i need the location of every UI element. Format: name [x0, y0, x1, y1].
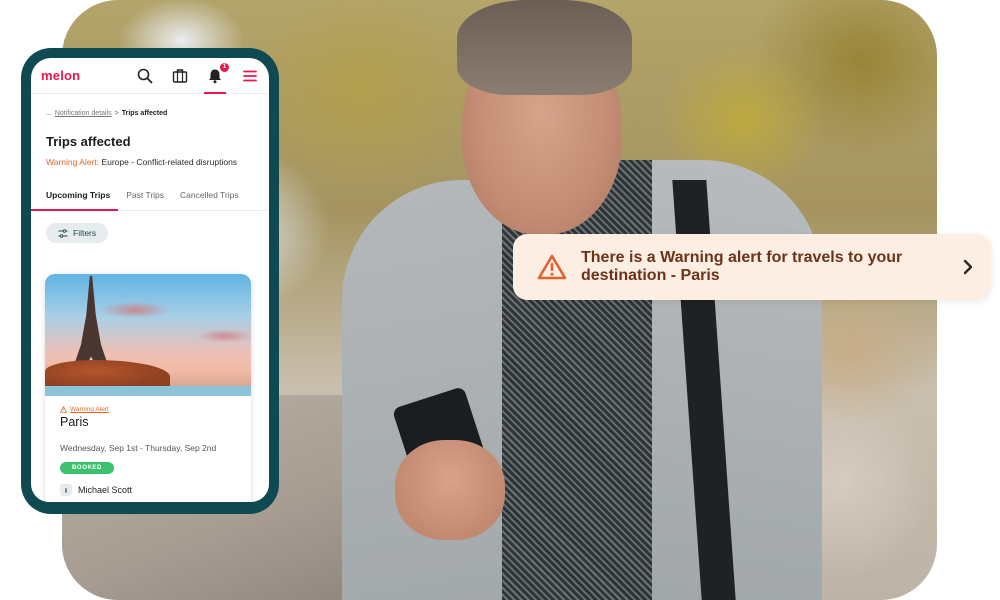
autumn-trees — [45, 360, 170, 388]
tab-cancelled-trips[interactable]: Cancelled Trips — [172, 186, 247, 210]
seine-river — [45, 386, 251, 396]
breadcrumb: ... Notification details > Trips affecte… — [31, 94, 269, 117]
trip-dates: Wednesday, Sep 1st - Thursday, Sep 2nd — [60, 443, 217, 453]
tab-past-trips[interactable]: Past Trips — [118, 186, 172, 210]
status-badge: BOOKED — [60, 462, 114, 474]
melon-logo[interactable]: melon — [41, 68, 119, 83]
alert-description: Warning Alert: Europe - Conflict-related… — [31, 149, 269, 168]
chevron-right-icon[interactable] — [961, 258, 975, 276]
trip-city: Paris — [60, 415, 89, 429]
traveler-avatar-icon — [60, 484, 72, 496]
trip-warning-alert-link[interactable]: Warning Alert — [60, 406, 236, 413]
search-icon[interactable] — [136, 67, 154, 85]
alert-text: Europe - Conflict-related disruptions — [101, 157, 238, 167]
sliders-icon — [58, 228, 68, 238]
tab-upcoming-trips[interactable]: Upcoming Trips — [31, 186, 119, 211]
person-hair — [457, 0, 632, 95]
notification-badge: 1 — [220, 62, 229, 72]
app-bar: melon 1 — [31, 58, 269, 94]
menu-icon[interactable] — [241, 67, 259, 85]
trip-card[interactable]: Warning Alert Paris Wednesday, Sep 1st -… — [45, 274, 251, 502]
trip-warning-label: Warning Alert — [70, 406, 109, 413]
page-title: Trips affected — [46, 134, 131, 149]
bell-icon[interactable]: 1 — [204, 62, 229, 94]
traveler-name: Michael Scott — [78, 485, 133, 495]
breadcrumb-separator: > — [114, 110, 119, 117]
alert-label: Warning Alert: — [46, 157, 100, 167]
trip-tabs: Upcoming Trips Past Trips Cancelled Trip… — [31, 186, 269, 211]
warning-triangle-icon — [537, 254, 567, 280]
breadcrumb-notification-details[interactable]: Notification details — [55, 110, 112, 117]
filters-label: Filters — [73, 228, 97, 238]
phone-mockup: melon 1 ... Notification details > Trips… — [21, 48, 279, 514]
person-hand — [395, 440, 505, 540]
breadcrumb-current: Trips affected — [121, 110, 168, 117]
warning-triangle-icon — [60, 406, 67, 413]
phone-screen: melon 1 ... Notification details > Trips… — [31, 58, 269, 502]
briefcase-icon[interactable] — [171, 67, 189, 85]
traveler-row: Michael Scott — [60, 484, 236, 496]
toast-message: There is a Warning alert for travels to … — [581, 249, 903, 284]
paris-eiffel-tower-image — [45, 274, 251, 396]
warning-alert-toast[interactable]: There is a Warning alert for travels to … — [513, 234, 991, 300]
breadcrumb-ellipsis: ... — [46, 110, 52, 117]
trip-card-body: Warning Alert Paris Wednesday, Sep 1st -… — [45, 396, 251, 502]
filters-button[interactable]: Filters — [46, 223, 109, 243]
